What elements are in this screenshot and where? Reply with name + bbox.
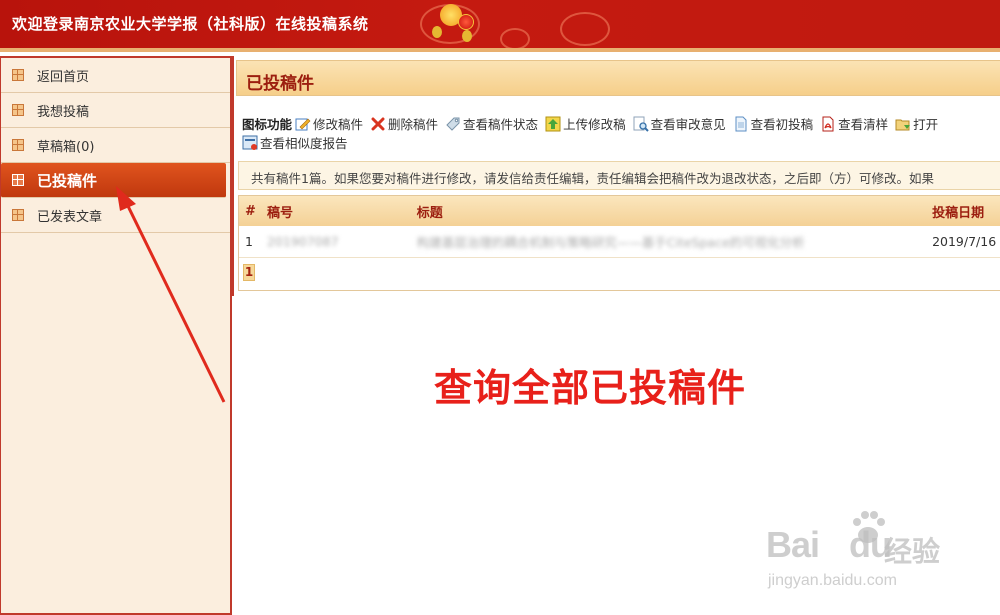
column-header-index: # xyxy=(245,203,256,219)
table-row[interactable]: 1 201907087 构建基层治理的耦合机制与策略研究——基于CiteSpac… xyxy=(239,226,1000,258)
page-button-current[interactable]: 1 xyxy=(243,263,255,281)
watermark-url: jingyan.baidu.com xyxy=(768,572,897,589)
toolbar-review-button[interactable]: 查看审改意见 xyxy=(633,114,726,133)
toolbar-upload-button[interactable]: 上传修改稿 xyxy=(545,114,626,133)
header-divider xyxy=(0,48,1000,52)
tag-icon xyxy=(446,117,460,131)
toolbar-item-label: 查看相似度报告 xyxy=(260,136,348,151)
grid-icon xyxy=(12,104,24,116)
annotation-label: 查询全部已投稿件 xyxy=(434,366,747,410)
row-title[interactable]: 构建基层治理的耦合机制与策略研究——基于CiteSpace的可视化分析 xyxy=(417,232,932,251)
page-title: 已投稿件 xyxy=(246,74,314,94)
main-panel: 已投稿件 图标功能 修改稿件 删除稿件 查看稿件状态 上传修改稿 查看审改意见 … xyxy=(232,56,1000,296)
toolbar-item-label: 查看审改意见 xyxy=(650,117,726,132)
folder-open-icon xyxy=(895,119,911,130)
row-date: 2019/7/16 xyxy=(932,234,997,249)
sidebar-item-drafts[interactable]: 草稿箱(0) xyxy=(1,128,230,163)
upload-icon xyxy=(545,116,561,131)
sidebar-item-published[interactable]: 已发表文章 xyxy=(1,198,230,233)
toolbar-status-button[interactable]: 查看稿件状态 xyxy=(445,114,538,133)
baidu-watermark: Bai du 经验 jingyan.baidu.com xyxy=(766,508,966,598)
lantern-decoration-icon xyxy=(432,26,442,38)
toolbar-item-label: 删除稿件 xyxy=(388,117,439,132)
sidebar-item-label: 我想投稿 xyxy=(37,104,90,120)
sidebar-item-label: 返回首页 xyxy=(37,69,90,85)
watermark-brand-part: Bai xyxy=(766,524,820,565)
grid-icon xyxy=(12,139,24,151)
pagination: 1 xyxy=(239,258,1000,286)
toolbar-item-label: 查看稿件状态 xyxy=(463,117,539,132)
toolbar-proof-button[interactable]: 查看清样 xyxy=(820,114,888,133)
toolbar-original-button[interactable]: 查看初投稿 xyxy=(733,114,814,133)
sidebar-item-label: 草稿箱(0) xyxy=(37,139,95,155)
toolbar-open-button[interactable]: 打开 xyxy=(895,114,938,133)
sidebar-item-label: 已发表文章 xyxy=(37,209,103,225)
system-title: 欢迎登录南京农业大学学报（社科版）在线投稿系统 xyxy=(12,15,369,33)
delete-icon xyxy=(371,117,385,130)
sidebar-item-submit[interactable]: 我想投稿 xyxy=(1,93,230,128)
grid-icon xyxy=(12,69,24,81)
sidebar: 返回首页 我想投稿 草稿箱(0) 已投稿件 已发表文章 xyxy=(0,56,232,615)
row-index: 1 xyxy=(245,234,253,249)
cloud-decoration-icon xyxy=(560,12,610,46)
row-number[interactable]: 201907087 xyxy=(267,234,417,249)
grid-icon xyxy=(12,209,24,221)
icon-toolbar: 图标功能 修改稿件 删除稿件 查看稿件状态 上传修改稿 查看审改意见 查看初投稿… xyxy=(242,114,1000,154)
lantern-decoration-icon xyxy=(458,14,474,30)
sidebar-item-home[interactable]: 返回首页 xyxy=(1,58,230,93)
toolbar-delete-button[interactable]: 删除稿件 xyxy=(370,114,438,133)
toolbar-item-label: 查看清样 xyxy=(838,117,889,132)
magnifier-icon xyxy=(633,116,649,132)
table-header: # 稿号 标题 投稿日期 xyxy=(239,196,1000,226)
toolbar-item-label: 修改稿件 xyxy=(313,117,364,132)
lantern-decoration-icon xyxy=(462,30,472,42)
sidebar-item-submitted[interactable]: 已投稿件 xyxy=(1,163,226,198)
column-header-number: 稿号 xyxy=(266,205,293,221)
top-header: 欢迎登录南京农业大学学报（社科版）在线投稿系统 xyxy=(0,0,1000,48)
grid-icon xyxy=(12,174,24,186)
page-title-bar: 已投稿件 xyxy=(236,60,1000,96)
toolbar-similarity-button[interactable]: 查看相似度报告 xyxy=(242,133,348,152)
notice-message: 共有稿件1篇。如果您要对稿件进行修改，请发信给责任编辑，责任编辑会把稿件改为退改… xyxy=(238,161,1000,190)
report-icon xyxy=(242,135,258,150)
toolbar-caption: 图标功能 xyxy=(242,117,293,132)
sidebar-item-label: 已投稿件 xyxy=(37,171,98,190)
pdf-icon xyxy=(822,116,834,131)
watermark-cn: 经验 xyxy=(884,535,941,568)
watermark-brand: Bai du xyxy=(766,524,892,566)
cloud-decoration-icon xyxy=(500,28,530,48)
edit-icon xyxy=(295,118,311,130)
submissions-table: # 稿号 标题 投稿日期 1 201907087 构建基层治理的耦合机制与策略研… xyxy=(238,195,1000,291)
toolbar-item-label: 上传修改稿 xyxy=(563,117,626,132)
toolbar-edit-button[interactable]: 修改稿件 xyxy=(295,114,363,133)
toolbar-item-label: 打开 xyxy=(913,117,939,132)
column-header-title: 标题 xyxy=(416,205,443,221)
document-icon xyxy=(735,116,747,131)
column-header-date: 投稿日期 xyxy=(932,205,985,221)
toolbar-item-label: 查看初投稿 xyxy=(750,117,814,132)
